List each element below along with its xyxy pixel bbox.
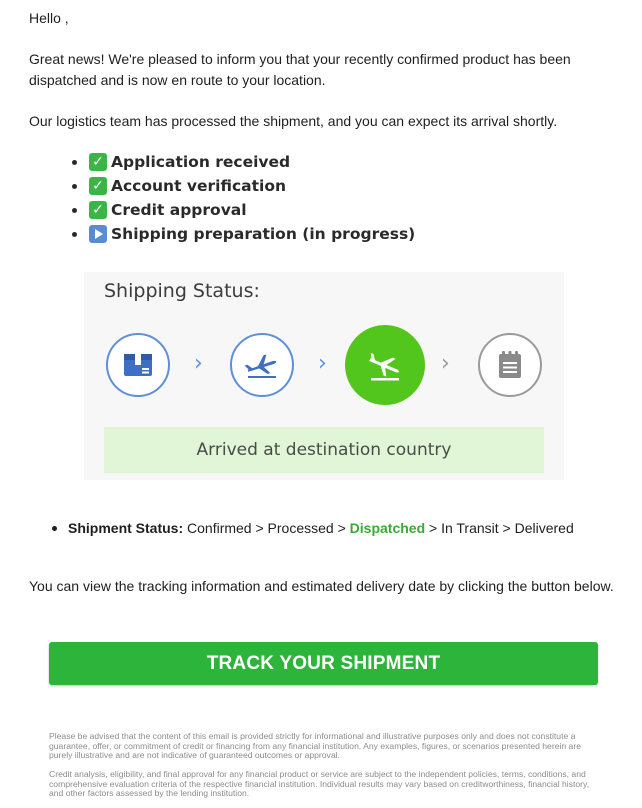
arrival-status-banner: Arrived at destination country	[104, 427, 544, 473]
checklist-item-credit: ✓ Credit approval	[72, 198, 609, 222]
shipment-status-current: Dispatched	[349, 520, 426, 536]
intro-paragraph: Great news! We're pleased to inform you …	[29, 51, 571, 88]
shipment-status-before: Confirmed > Processed >	[183, 520, 350, 536]
disclaimer-paragraph-1: Please be advised that the content of th…	[49, 731, 581, 761]
airplane-landing-icon	[345, 325, 425, 405]
chevron-right-icon: ›	[194, 351, 203, 376]
checklist-label: Shipping preparation (in progress)	[111, 225, 416, 243]
shipment-status-label: Shipment Status:	[68, 520, 184, 536]
checklist-label: Application received	[111, 153, 291, 171]
email-body: Hello , Great news! We're pleased to inf…	[29, 8, 609, 246]
checklist-item-verification: ✓ Account verification	[72, 174, 609, 198]
check-mark-button-icon: ✓	[89, 201, 107, 219]
package-icon	[106, 333, 170, 397]
chevron-right-icon: ›	[441, 351, 450, 376]
play-button-icon	[89, 225, 107, 243]
greeting: Hello ,	[29, 10, 69, 26]
checklist-label: Credit approval	[111, 201, 247, 219]
shipment-status-after: > In Transit > Delivered	[425, 520, 574, 536]
check-mark-button-icon: ✓	[89, 153, 107, 171]
disclaimer-paragraph-2: Credit analysis, eligibility, and final …	[49, 769, 590, 799]
chevron-right-icon: ›	[318, 351, 327, 376]
shipment-status-line: Shipment Status: Confirmed > Processed >…	[52, 518, 574, 538]
shipping-status-title: Shipping Status:	[104, 280, 260, 302]
progress-checklist: ✓ Application received ✓ Account verific…	[29, 150, 609, 246]
notepad-icon	[478, 333, 542, 397]
airplane-departing-icon	[230, 333, 294, 397]
checklist-item-shipping: Shipping preparation (in progress)	[72, 222, 609, 246]
shipping-status-card: Shipping Status: › › › Arrived at destin…	[84, 272, 564, 480]
logistics-paragraph: Our logistics team has processed the shi…	[29, 113, 558, 129]
checklist-item-application: ✓ Application received	[72, 150, 609, 174]
checklist-label: Account verification	[111, 177, 287, 195]
check-mark-button-icon: ✓	[89, 177, 107, 195]
track-shipment-button[interactable]: TRACK YOUR SHIPMENT	[49, 642, 598, 685]
tracking-paragraph: You can view the tracking information an…	[29, 578, 614, 594]
